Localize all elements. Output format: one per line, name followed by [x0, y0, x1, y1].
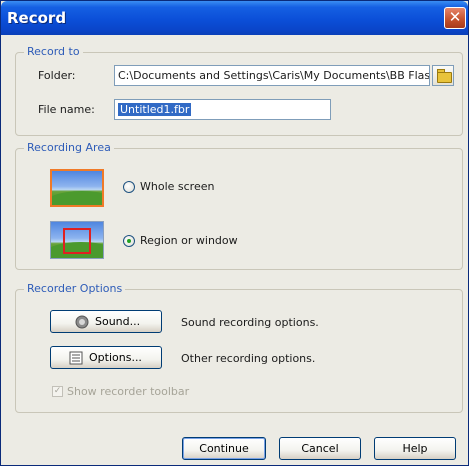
show-toolbar-label: Show recorder toolbar [67, 385, 190, 398]
options-list-icon [69, 351, 83, 365]
whole-screen-thumbnail[interactable] [50, 169, 104, 207]
sound-button[interactable]: Sound... [50, 310, 162, 333]
region-radio[interactable] [123, 235, 135, 247]
sound-button-label: Sound... [95, 315, 141, 328]
window-title: Record [7, 9, 67, 27]
help-button-label: Help [402, 442, 428, 455]
whole-screen-label[interactable]: Whole screen [140, 180, 214, 193]
close-icon: ✕ [448, 8, 462, 26]
continue-button-label: Continue [199, 442, 249, 455]
cancel-button[interactable]: Cancel [279, 437, 361, 460]
help-button[interactable]: Help [374, 437, 456, 460]
speaker-icon [75, 315, 89, 329]
recorder-options-group: Recorder Options Sound... Sound recordin… [15, 282, 463, 413]
region-thumbnail[interactable] [50, 221, 104, 259]
file-name-value: Untitled1.fbr [118, 103, 192, 116]
recorder-options-legend: Recorder Options [24, 282, 126, 295]
options-button[interactable]: Options... [50, 346, 162, 369]
options-description: Other recording options. [181, 352, 316, 365]
options-button-label: Options... [89, 351, 142, 364]
record-dialog: Record ✕ Record to Folder: C:\Documents … [0, 0, 469, 466]
folder-input[interactable]: C:\Documents and Settings\Caris\My Docum… [114, 65, 430, 86]
sound-description: Sound recording options. [181, 316, 319, 329]
recording-area-group: Recording Area Whole screen Region or wi… [15, 141, 463, 270]
browse-folder-button[interactable] [432, 65, 454, 86]
folder-label: Folder: [38, 69, 76, 82]
record-to-legend: Record to [24, 45, 83, 58]
whole-screen-radio[interactable] [123, 181, 135, 193]
close-button[interactable]: ✕ [444, 7, 466, 29]
record-to-group: Record to Folder: C:\Documents and Setti… [15, 45, 463, 136]
show-toolbar-checkbox[interactable]: ✓ [52, 386, 63, 397]
recording-area-legend: Recording Area [24, 141, 114, 154]
folder-input-value: C:\Documents and Settings\Caris\My Docum… [118, 69, 430, 82]
cancel-button-label: Cancel [301, 442, 339, 455]
file-name-input[interactable]: Untitled1.fbr [114, 99, 331, 120]
title-bar[interactable]: Record ✕ [1, 1, 468, 35]
file-name-label: File name: [38, 103, 95, 116]
continue-button[interactable]: Continue [182, 437, 266, 460]
region-label[interactable]: Region or window [140, 234, 238, 247]
